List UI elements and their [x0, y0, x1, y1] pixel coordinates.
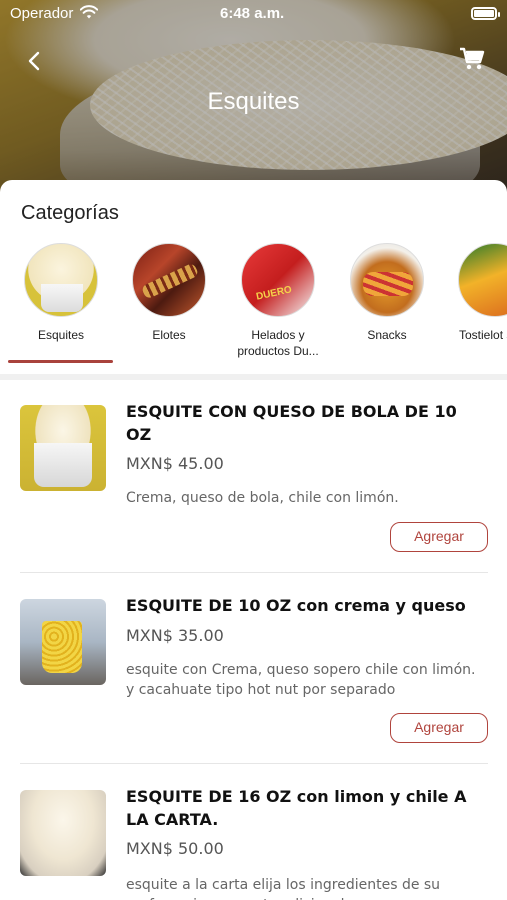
chevron-left-icon[interactable] — [22, 48, 48, 74]
content-sheet: Categorías Esquites Elotes Helados y pro… — [0, 180, 507, 900]
category-label: Elotes — [152, 328, 186, 342]
status-bar: Operador 6:48 a.m. — [0, 0, 507, 28]
product-name: ESQUITE DE 10 OZ con crema y queso — [126, 596, 466, 615]
product-description: Crema, queso de bola, chile con limón. — [126, 490, 399, 506]
product-image — [20, 790, 106, 876]
category-image — [241, 243, 315, 317]
category-item-esquites[interactable]: Esquites — [7, 243, 115, 343]
add-button[interactable]: Agregar — [390, 522, 488, 552]
category-image — [132, 243, 206, 317]
categories-heading: Categorías — [21, 202, 119, 224]
category-item-elotes[interactable]: Elotes — [115, 243, 223, 343]
product-description: esquite con Crema, queso sopero chile co… — [126, 662, 476, 698]
section-divider — [0, 374, 507, 380]
product-divider — [20, 763, 488, 764]
category-label: Esquites — [37, 328, 85, 342]
category-item-snacks[interactable]: Snacks — [333, 243, 441, 343]
product-price: MXN$ 35.00 — [126, 626, 224, 645]
product-price: MXN$ 45.00 — [126, 454, 224, 473]
category-image — [24, 243, 98, 317]
category-label: Helados y productos Du... — [237, 328, 319, 358]
category-item-tostielote[interactable]: Tostielot sabrielo — [441, 243, 507, 343]
product-price: MXN$ 50.00 — [126, 839, 224, 858]
product-image — [20, 599, 106, 685]
product-name: ESQUITE CON QUESO DE BOLA DE 10 OZ — [126, 402, 457, 444]
product-name: ESQUITE DE 16 OZ con limon y chile A LA … — [126, 787, 467, 829]
product-description: esquite a la carta elija los ingrediente… — [126, 877, 441, 900]
wifi-icon — [80, 5, 98, 19]
category-item-helados[interactable]: Helados y productos Du... — [224, 243, 332, 359]
category-carousel[interactable]: Esquites Elotes Helados y productos Du..… — [0, 243, 507, 363]
clock: 6:48 a.m. — [220, 5, 285, 22]
category-image — [350, 243, 424, 317]
cart-icon[interactable] — [458, 46, 486, 72]
page-title: Esquites — [207, 88, 300, 115]
category-image — [458, 243, 507, 317]
category-label: Snacks — [367, 328, 407, 342]
product-image — [20, 405, 106, 491]
carrier-label: Operador — [10, 5, 74, 22]
selected-category-indicator — [8, 360, 113, 363]
product-divider — [20, 572, 488, 573]
battery-icon — [471, 7, 500, 20]
add-button[interactable]: Agregar — [390, 713, 488, 743]
category-label: Tostielot sabrielo — [459, 328, 507, 342]
